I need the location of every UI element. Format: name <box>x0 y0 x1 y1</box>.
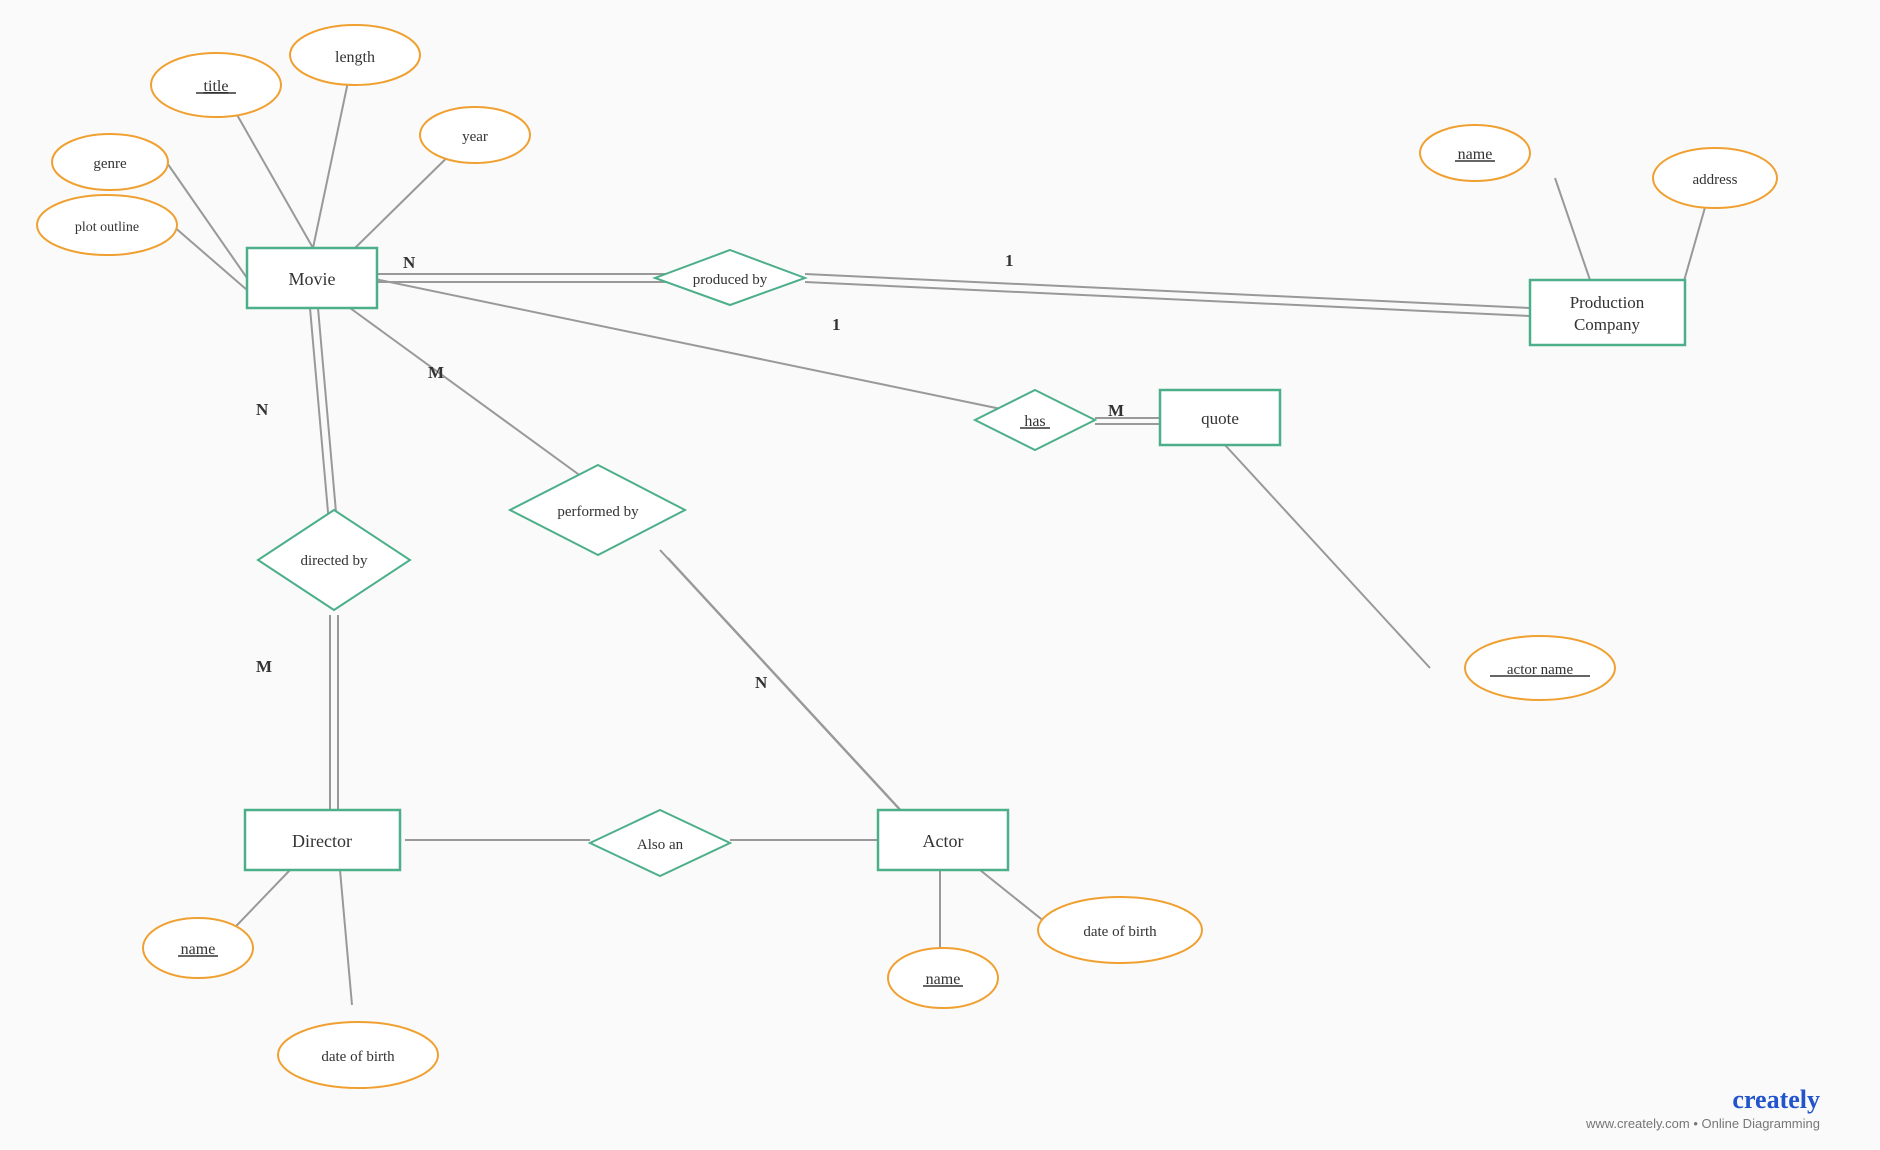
svg-text:N: N <box>755 673 768 692</box>
svg-text:length: length <box>335 49 375 66</box>
svg-text:Also an: Also an <box>637 837 684 853</box>
svg-text:N: N <box>403 253 416 272</box>
svg-text:produced by: produced by <box>693 272 768 288</box>
svg-text:creately: creately <box>1732 1085 1820 1114</box>
svg-text:directed by: directed by <box>300 553 368 569</box>
svg-text:1: 1 <box>832 315 841 334</box>
svg-text:quote: quote <box>1201 409 1239 428</box>
movie-entity-label: Movie <box>289 269 336 289</box>
svg-text:plot outline: plot outline <box>75 220 139 235</box>
svg-text:Director: Director <box>292 831 352 851</box>
svg-text:year: year <box>462 129 488 145</box>
svg-text:M: M <box>428 363 444 382</box>
svg-text:M: M <box>256 657 272 676</box>
svg-text:genre: genre <box>93 156 127 172</box>
svg-text:M: M <box>1108 401 1124 420</box>
svg-text:Actor: Actor <box>923 831 964 851</box>
svg-text:date of birth: date of birth <box>321 1049 395 1065</box>
svg-text:N: N <box>256 400 269 419</box>
svg-text:www.creately.com • Online Diag: www.creately.com • Online Diagramming <box>1585 1116 1820 1131</box>
svg-text:Production: Production <box>1570 293 1645 312</box>
svg-text:date of birth: date of birth <box>1083 924 1157 940</box>
svg-text:address: address <box>1693 172 1738 188</box>
svg-text:performed by: performed by <box>557 504 639 520</box>
svg-text:1: 1 <box>1005 251 1014 270</box>
svg-text:Company: Company <box>1574 315 1641 334</box>
